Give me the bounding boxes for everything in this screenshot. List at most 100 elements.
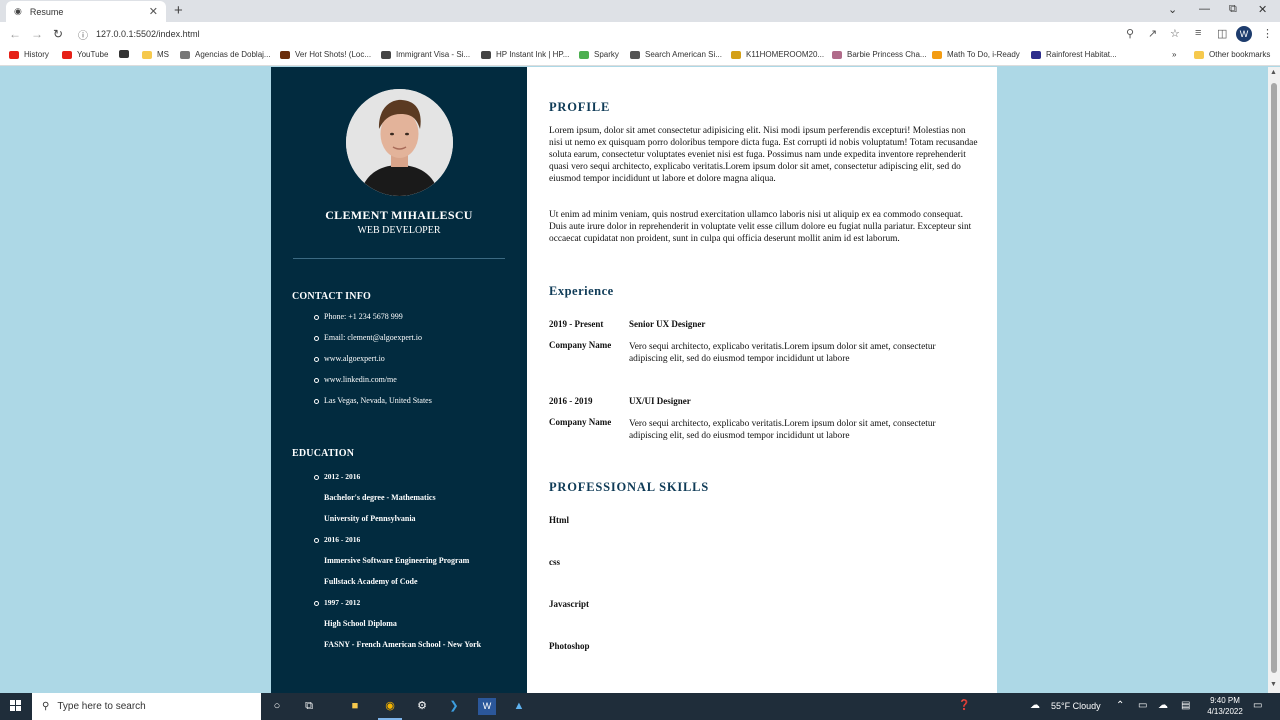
education-years: 2016 - 2016 bbox=[313, 535, 481, 556]
scroll-down-icon[interactable]: ▼ bbox=[1270, 681, 1277, 688]
system-clock[interactable]: 9:40 PM 4/13/2022 bbox=[1200, 695, 1250, 717]
bookmark-label: Math To Do, i-Ready bbox=[947, 50, 1020, 59]
education-degree: High School Diploma bbox=[324, 619, 397, 628]
scroll-thumb[interactable] bbox=[1271, 83, 1277, 673]
chrome-icon[interactable]: ◉ bbox=[381, 698, 399, 715]
new-tab-icon[interactable]: + bbox=[174, 2, 183, 19]
menu-kebab-icon[interactable]: ⋮ bbox=[1262, 27, 1273, 40]
education-years: 2012 - 2016 bbox=[313, 472, 481, 493]
bookmark-label: MS bbox=[157, 50, 169, 59]
clock-date: 4/13/2022 bbox=[1207, 707, 1243, 716]
bookmark-item[interactable]: YouTube bbox=[62, 50, 108, 59]
folder-icon bbox=[1194, 50, 1204, 59]
bookmark-item[interactable] bbox=[119, 50, 134, 58]
bookmark-favicon-icon bbox=[142, 50, 152, 59]
bookmark-item[interactable]: Ver Hot Shots! (Loc... bbox=[280, 50, 371, 59]
experience-description: Vero sequi architecto, explicabo veritat… bbox=[629, 419, 936, 441]
windows-taskbar: ⚲ Type here to search ○ ⧉ ■ ◉ ⚙ ❯ W ▲ ❓ … bbox=[0, 693, 1280, 720]
share-icon[interactable]: ↗ bbox=[1148, 27, 1157, 40]
experience-years: 2016 - 2019 bbox=[549, 396, 593, 406]
weather-text[interactable]: 55°F Cloudy bbox=[1051, 701, 1101, 711]
profile-avatar-icon[interactable]: W bbox=[1236, 26, 1252, 42]
taskbar-search-box[interactable]: ⚲ Type here to search bbox=[32, 693, 261, 720]
site-info-icon[interactable]: ⓘ bbox=[78, 27, 88, 42]
bookmark-label: HP Instant Ink | HP... bbox=[496, 50, 570, 59]
bookmark-star-icon[interactable]: ☆ bbox=[1170, 27, 1180, 40]
photos-icon[interactable]: ▲ bbox=[510, 698, 528, 715]
bookmark-label: YouTube bbox=[77, 50, 109, 59]
network-icon[interactable]: ▤ bbox=[1181, 700, 1190, 711]
task-view-icon[interactable]: ⧉ bbox=[300, 698, 318, 715]
close-tab-icon[interactable]: ✕ bbox=[149, 5, 158, 18]
weather-cloud-icon[interactable]: ☁ bbox=[1030, 700, 1040, 711]
bookmark-item[interactable]: Agencias de Doblaj... bbox=[180, 50, 271, 59]
battery-icon[interactable]: ▭ bbox=[1138, 700, 1147, 711]
tab-resume[interactable]: ◉ Resume ✕ bbox=[6, 1, 166, 22]
bookmark-item[interactable]: K11HOMEROOM20... bbox=[731, 50, 824, 59]
window-close-icon[interactable]: ✕ bbox=[1258, 3, 1267, 16]
side-panel-icon[interactable]: ◫ bbox=[1217, 27, 1227, 40]
bookmark-item[interactable]: HP Instant Ink | HP... bbox=[481, 50, 569, 59]
cortana-icon[interactable]: ○ bbox=[268, 698, 286, 715]
page-scrollbar[interactable]: ▲ ▼ bbox=[1268, 67, 1280, 693]
page-viewport: CLEMENT MIHAILESCU WEB DEVELOPER CONTACT… bbox=[0, 67, 1268, 693]
contact-phone: Phone: +1 234 5678 999 bbox=[314, 312, 432, 333]
url-field[interactable]: ⓘ 127.0.0.1:5502/index.html bbox=[72, 25, 1152, 43]
file-explorer-icon[interactable]: ■ bbox=[346, 698, 364, 715]
bookmark-favicon-icon bbox=[62, 50, 72, 59]
reload-icon[interactable]: ↻ bbox=[53, 27, 63, 41]
profile-paragraph-2: Ut enim ad minim veniam, quis nostrud ex… bbox=[549, 210, 972, 244]
help-icon[interactable]: ❓ bbox=[958, 700, 970, 711]
bookmark-favicon-icon bbox=[579, 50, 589, 59]
contact-location: Las Vegas, Nevada, United States bbox=[314, 396, 432, 417]
education-school: Fullstack Academy of Code bbox=[324, 577, 418, 586]
bookmark-favicon-icon bbox=[381, 50, 391, 59]
word-icon[interactable]: W bbox=[478, 698, 496, 715]
scroll-up-icon[interactable]: ▲ bbox=[1270, 69, 1277, 76]
back-icon[interactable]: ← bbox=[9, 27, 21, 41]
experience-heading: Experience bbox=[549, 284, 614, 298]
reading-list-icon[interactable]: ≡ bbox=[1195, 27, 1201, 39]
bookmark-label: History bbox=[24, 50, 49, 59]
address-bar-row: ← → ↻ ⓘ 127.0.0.1:5502/index.html ⚲ ↗ ☆ … bbox=[0, 22, 1280, 46]
minimize-icon[interactable]: — bbox=[1199, 3, 1210, 15]
settings-gear-icon[interactable]: ⚙ bbox=[413, 698, 431, 715]
bookmark-item[interactable]: Rainforest Habitat... bbox=[1031, 50, 1117, 59]
other-bookmarks[interactable]: Other bookmarks bbox=[1194, 50, 1270, 59]
sidebar-divider bbox=[293, 258, 505, 259]
bookmark-item[interactable]: Math To Do, i-Ready bbox=[932, 50, 1020, 59]
contact-linkedin: www.linkedin.com/me bbox=[314, 375, 432, 396]
more-bookmarks-icon[interactable]: » bbox=[1172, 50, 1176, 59]
resume-sidebar: CLEMENT MIHAILESCU WEB DEVELOPER CONTACT… bbox=[271, 67, 527, 693]
search-icon: ⚲ bbox=[42, 701, 50, 712]
tab-search-icon[interactable]: ⌄ bbox=[1168, 3, 1177, 16]
contact-website: www.algoexpert.io bbox=[314, 354, 432, 375]
vscode-icon[interactable]: ❯ bbox=[445, 698, 463, 715]
bookmark-favicon-icon bbox=[481, 50, 491, 59]
bookmark-favicon-icon bbox=[180, 50, 190, 59]
bookmark-item[interactable]: Barbie Princess Cha... bbox=[832, 50, 927, 59]
bookmark-item[interactable]: Sparky bbox=[579, 50, 619, 59]
resume-name: CLEMENT MIHAILESCU bbox=[325, 208, 473, 222]
bookmark-item[interactable]: Search American Si... bbox=[630, 50, 722, 59]
bookmark-item[interactable]: Immigrant Visa - Si... bbox=[381, 50, 470, 59]
bookmark-favicon-icon bbox=[1031, 50, 1041, 59]
bookmark-label: Ver Hot Shots! (Loc... bbox=[295, 50, 372, 59]
onedrive-icon[interactable]: ☁ bbox=[1158, 700, 1168, 711]
education-degree: Immersive Software Engineering Program bbox=[324, 556, 470, 565]
zoom-icon[interactable]: ⚲ bbox=[1126, 27, 1134, 40]
windows-start-icon[interactable] bbox=[10, 700, 22, 712]
tray-chevron-icon[interactable]: ⌃ bbox=[1116, 700, 1124, 711]
bookmark-label: Immigrant Visa - Si... bbox=[396, 50, 471, 59]
bookmark-label: Sparky bbox=[594, 50, 619, 59]
experience-title: Senior UX Designer bbox=[629, 319, 706, 329]
bookmark-item[interactable]: MS bbox=[142, 50, 169, 59]
notifications-icon[interactable]: ▭ bbox=[1253, 700, 1262, 711]
education-school: FASNY - French American School - New Yor… bbox=[324, 640, 482, 649]
forward-icon[interactable]: → bbox=[31, 27, 43, 41]
restore-icon[interactable]: ⧉ bbox=[1229, 3, 1237, 16]
bookmark-label: Agencias de Doblaj... bbox=[195, 50, 271, 59]
bookmark-label: K11HOMEROOM20... bbox=[746, 50, 825, 59]
bookmark-item[interactable]: History bbox=[9, 50, 49, 59]
education-heading: EDUCATION bbox=[292, 448, 355, 459]
